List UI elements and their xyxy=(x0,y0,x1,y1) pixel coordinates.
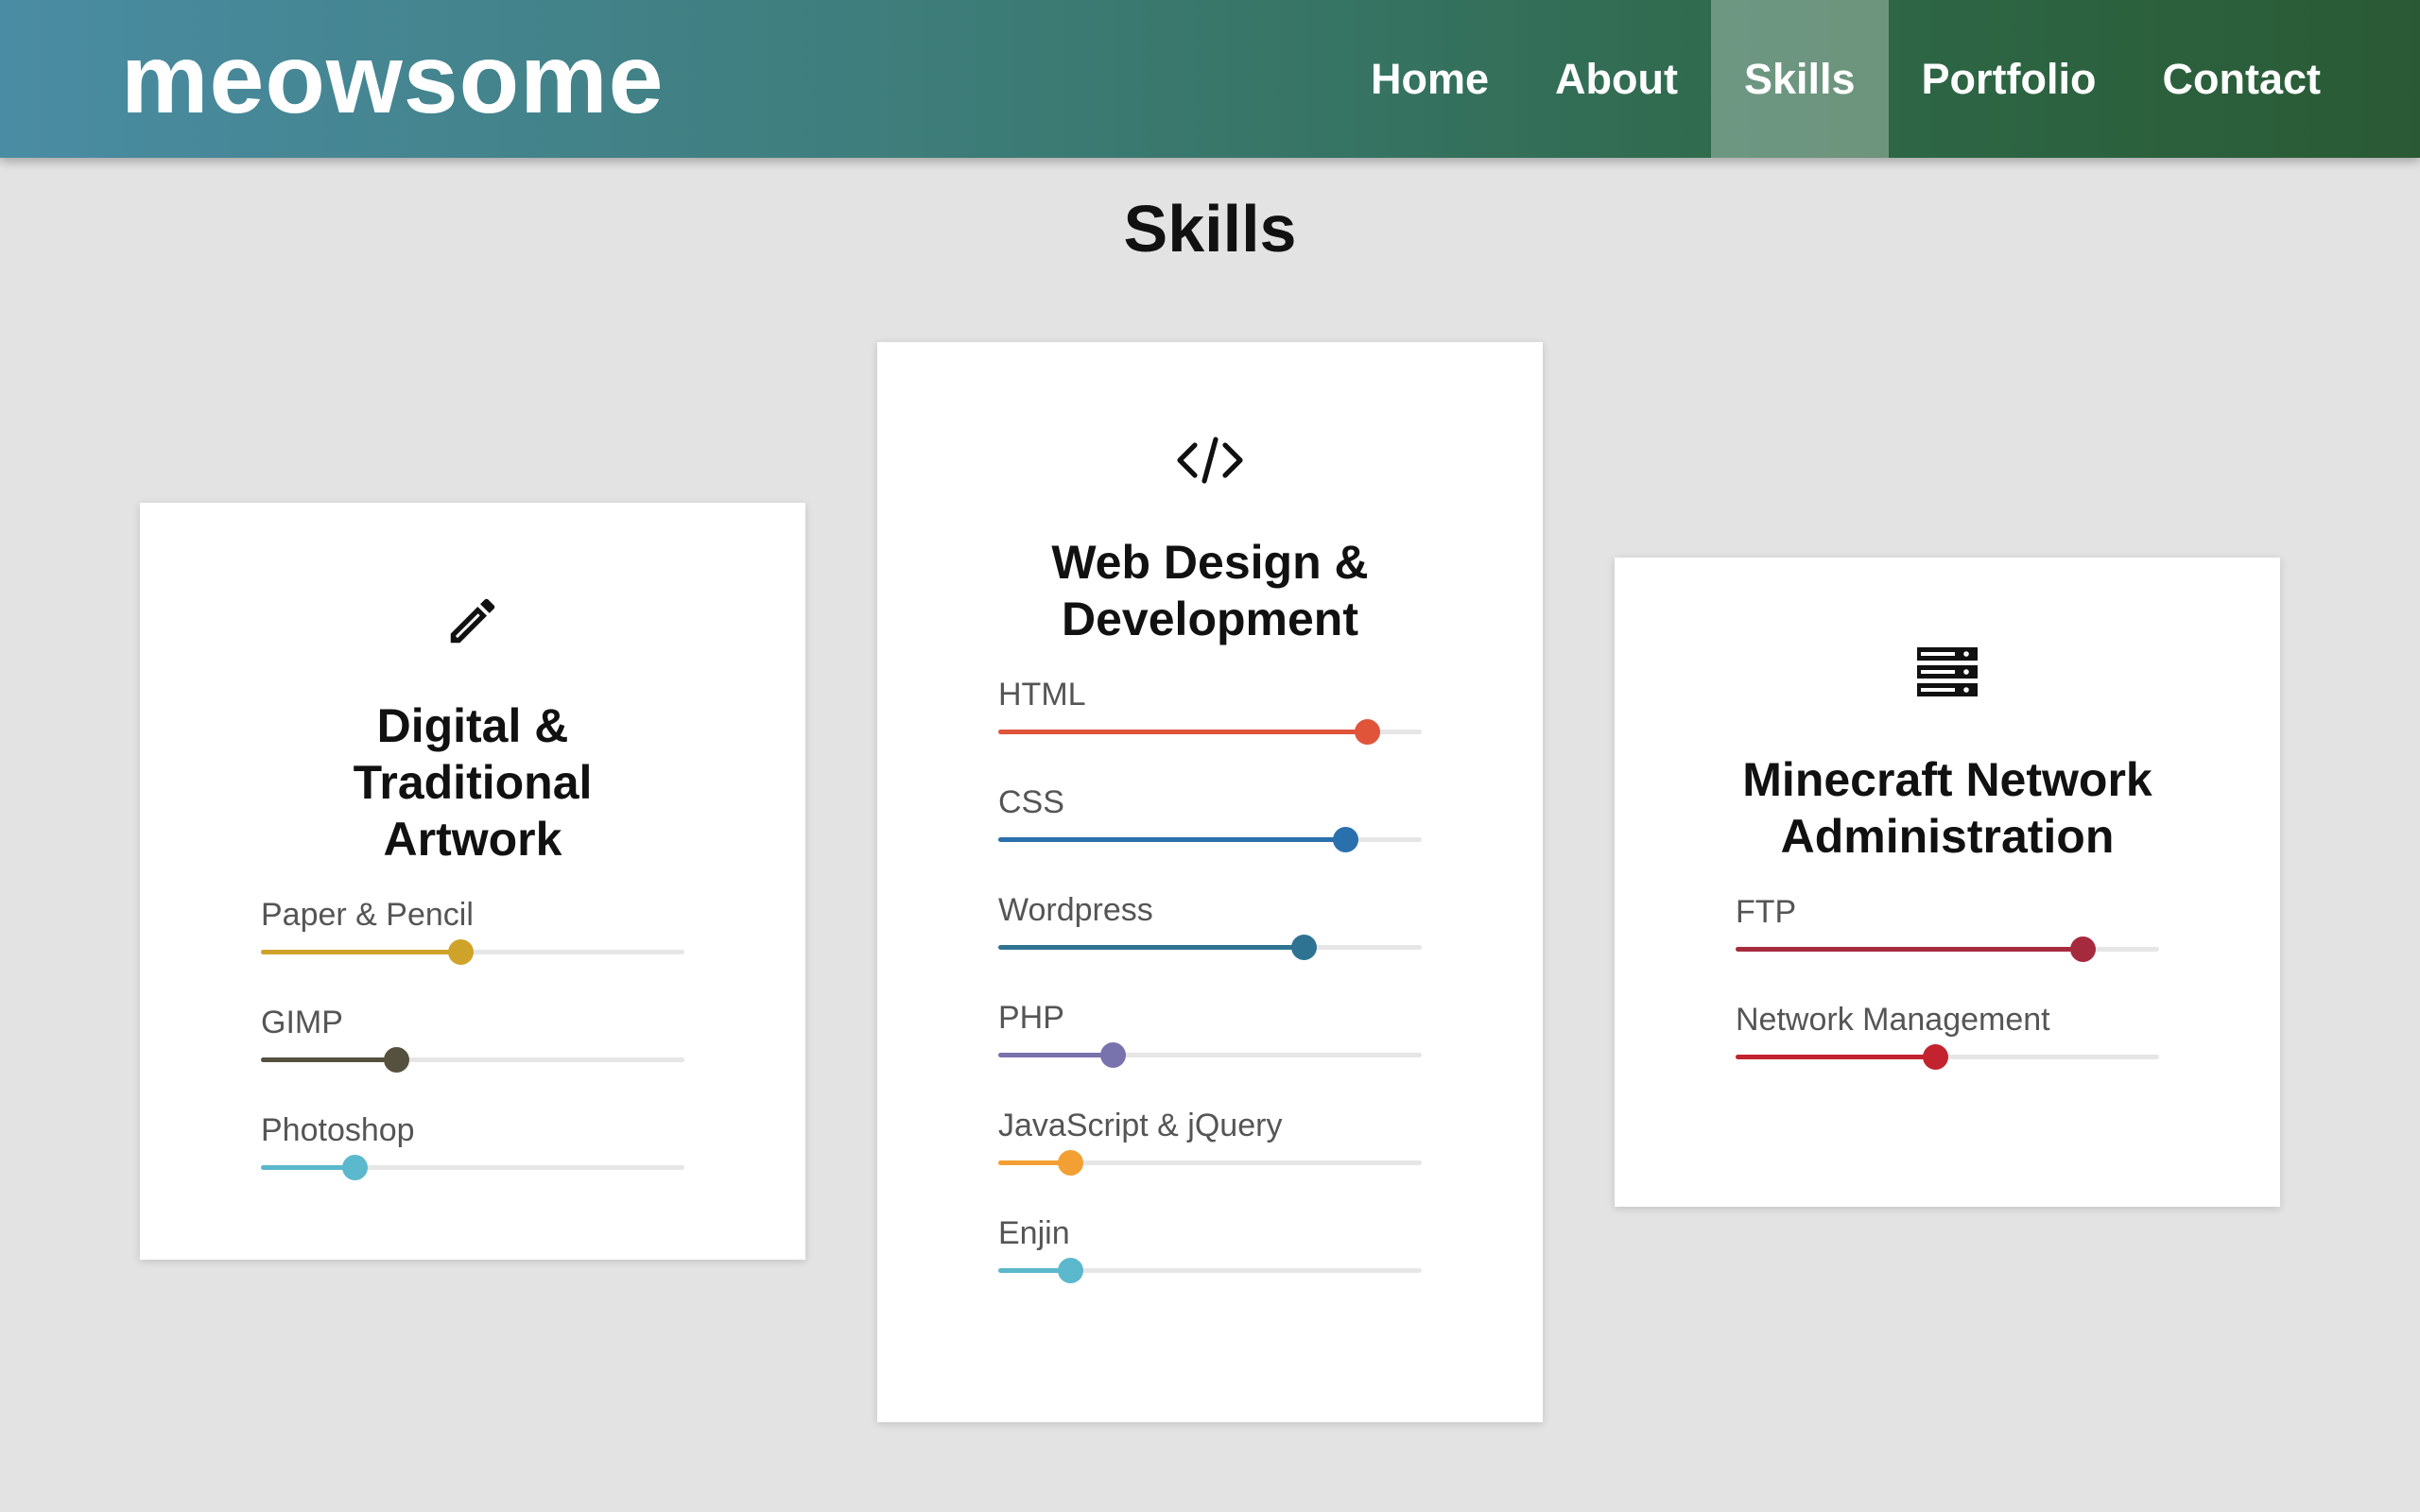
skill-slider-handle[interactable] xyxy=(447,939,474,965)
card-title-line: Digital & xyxy=(376,699,569,752)
skill-label: HTML xyxy=(998,677,1086,713)
top-navbar: meowsome Home About Skills Portfolio Con… xyxy=(0,0,2420,158)
skill-slider-track[interactable] xyxy=(998,719,1422,745)
skill-card-minecraft: Minecraft Network Administration FTP Netw… xyxy=(1615,558,2280,1207)
skill-row: GIMP xyxy=(261,1004,684,1111)
skill-label: Photoshop xyxy=(261,1112,415,1148)
skill-slider-track[interactable] xyxy=(1736,936,2159,962)
skill-row: Wordpress xyxy=(998,891,1422,999)
skill-list: HTML CSS Wordpress PHP JavaScript & jQuery En… xyxy=(998,676,1422,1322)
skill-card-web: Web Design & Development HTML CSS Wordpres… xyxy=(877,342,1543,1422)
card-title-line: Web Design & xyxy=(1051,536,1369,589)
skill-slider-track[interactable] xyxy=(998,827,1422,852)
main-nav: Home About Skills Portfolio Contact xyxy=(1338,0,2420,158)
code-icon xyxy=(1177,437,1243,484)
skill-label: PHP xyxy=(998,1000,1064,1036)
skill-slider-handle[interactable] xyxy=(1354,719,1380,745)
skill-row: Enjin xyxy=(998,1214,1422,1322)
skill-label: CSS xyxy=(998,784,1064,820)
skill-slider-fill xyxy=(1736,1055,1935,1059)
nav-about[interactable]: About xyxy=(1522,0,1711,158)
skill-slider-track[interactable] xyxy=(998,1150,1422,1176)
skill-list: Paper & Pencil GIMP Photoshop xyxy=(261,896,684,1219)
skill-slider-fill xyxy=(998,730,1367,734)
skill-slider-track[interactable] xyxy=(1736,1044,2159,1070)
card-title-line: Traditional Artwork xyxy=(353,756,593,866)
skill-slider-handle[interactable] xyxy=(1058,1150,1084,1176)
card-title-line: Administration xyxy=(1780,810,2115,863)
skill-slider-track[interactable] xyxy=(998,935,1422,960)
skill-slider-track[interactable] xyxy=(261,1155,684,1180)
skill-row: Photoshop xyxy=(261,1111,684,1219)
skill-row: JavaScript & jQuery xyxy=(998,1107,1422,1214)
skill-slider-handle[interactable] xyxy=(341,1155,368,1180)
skill-label: FTP xyxy=(1736,894,1797,930)
card-title-line: Development xyxy=(1062,593,1358,645)
pencil-icon xyxy=(450,598,495,644)
skill-row: Paper & Pencil xyxy=(261,896,684,1004)
page-title: Skills xyxy=(1123,192,1297,266)
skill-slider-fill xyxy=(998,945,1304,950)
skill-slider-fill xyxy=(261,1057,397,1062)
skill-slider-fill xyxy=(1736,947,2083,952)
skill-slider-fill xyxy=(998,1053,1113,1057)
skill-slider-fill xyxy=(261,950,460,954)
skill-row: Network Management xyxy=(1736,1001,2159,1108)
skill-row: PHP xyxy=(998,999,1422,1107)
skill-slider-handle[interactable] xyxy=(1058,1258,1084,1283)
skill-slider-handle[interactable] xyxy=(384,1047,410,1073)
skill-row: HTML xyxy=(998,676,1422,783)
skill-label: Enjin xyxy=(998,1215,1070,1251)
card-title-line: Minecraft Network xyxy=(1742,753,2152,806)
skill-slider-fill xyxy=(261,1165,354,1170)
skill-slider-handle[interactable] xyxy=(1290,935,1317,960)
skill-slider-fill xyxy=(998,837,1346,842)
skill-slider-handle[interactable] xyxy=(1333,827,1359,852)
skill-slider-track[interactable] xyxy=(998,1258,1422,1283)
skill-row: CSS xyxy=(998,783,1422,891)
skill-slider-handle[interactable] xyxy=(1099,1042,1126,1068)
nav-home[interactable]: Home xyxy=(1338,0,1522,158)
server-icon xyxy=(1917,647,1978,696)
skill-card-artwork: Digital & Traditional Artwork Paper & Pe… xyxy=(140,503,805,1260)
nav-skills[interactable]: Skills xyxy=(1710,0,1889,158)
skill-label: Network Management xyxy=(1736,1002,2050,1038)
skill-slider-track[interactable] xyxy=(261,939,684,965)
skill-row: FTP xyxy=(1736,893,2159,1001)
site-logo[interactable]: meowsome xyxy=(121,13,664,146)
skill-slider-track[interactable] xyxy=(998,1042,1422,1068)
skill-label: Paper & Pencil xyxy=(261,897,474,933)
skill-label: Wordpress xyxy=(998,892,1153,928)
skill-slider-handle[interactable] xyxy=(2070,936,2097,962)
nav-contact[interactable]: Contact xyxy=(2130,0,2355,158)
skill-slider-handle[interactable] xyxy=(1922,1044,1948,1070)
skill-label: GIMP xyxy=(261,1005,343,1040)
skill-list: FTP Network Management xyxy=(1736,893,2159,1108)
skill-slider-track[interactable] xyxy=(261,1047,684,1073)
nav-portfolio[interactable]: Portfolio xyxy=(1889,0,2130,158)
skill-label: JavaScript & jQuery xyxy=(998,1108,1283,1143)
